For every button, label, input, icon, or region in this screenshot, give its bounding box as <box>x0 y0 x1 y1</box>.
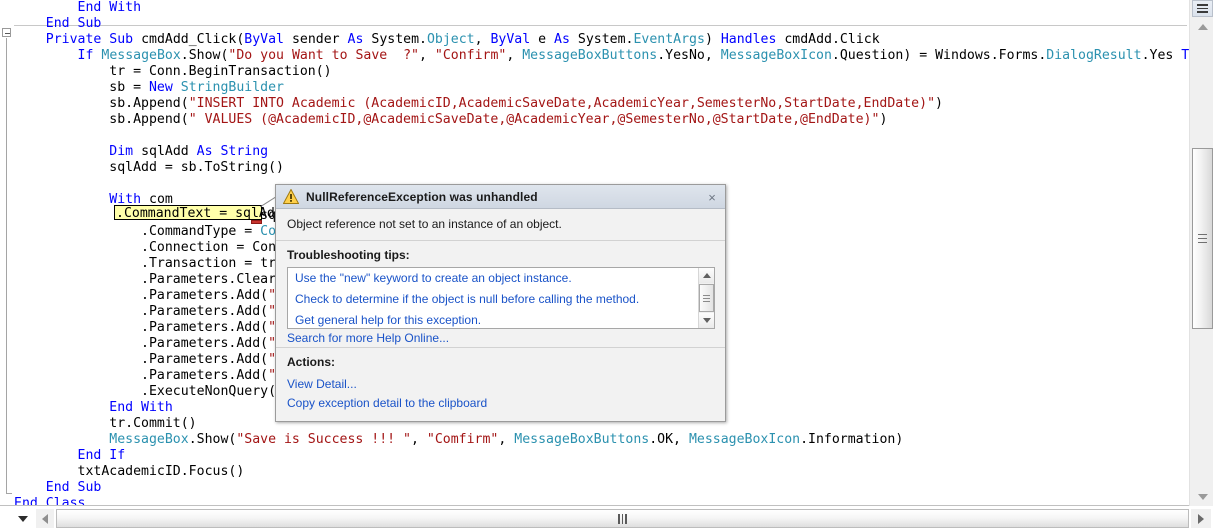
view-detail-link[interactable]: View Detail... <box>287 375 715 394</box>
dialog-actions-section: Actions: View Detail... Copy exception d… <box>276 348 725 421</box>
tip-link-3[interactable]: Get general help for this exception. <box>288 310 714 328</box>
scroll-left-icon[interactable] <box>36 509 54 528</box>
exception-message: Object reference not set to an instance … <box>276 209 725 241</box>
code-line: sb = New StringBuilder <box>109 80 284 95</box>
horizontal-scroll-thumb[interactable] <box>56 509 1189 528</box>
code-line: txtAcademicID.Focus() <box>77 464 245 479</box>
outline-region-line <box>6 38 7 494</box>
code-line: Private Sub cmdAdd_Click(ByVal sender As… <box>45 32 880 47</box>
tips-scroll-up-icon[interactable] <box>699 268 714 283</box>
horizontal-scroll-track[interactable] <box>56 509 1189 528</box>
visual-studio-window: End With End Sub Private Sub cmdAdd_Clic… <box>0 0 1213 529</box>
dialog-body: Object reference not set to an instance … <box>276 209 725 421</box>
exception-statement-text: .CommandText = sqlAdd <box>116 206 283 221</box>
editor-outlining-gutter[interactable] <box>0 0 14 506</box>
dialog-title-bar: NullReferenceException was unhandled × <box>276 185 725 209</box>
scroll-right-icon[interactable] <box>1191 509 1211 528</box>
troubleshooting-tips-heading: Troubleshooting tips: <box>287 248 410 262</box>
warning-icon <box>283 189 299 204</box>
scroll-down-icon[interactable] <box>1192 488 1213 506</box>
chevron-down-icon[interactable] <box>14 511 31 526</box>
tip-link-2[interactable]: Check to determine if the object is null… <box>288 289 714 310</box>
scroll-up-icon[interactable] <box>1192 18 1213 36</box>
code-line: sb.Append("INSERT INTO Academic (Academi… <box>109 96 943 111</box>
tip-link-1[interactable]: Use the "new" keyword to create an objec… <box>288 268 714 289</box>
code-line: MessageBox.Show("Save is Success !!! ", … <box>109 432 904 447</box>
code-line: sb.Append(" VALUES (@AcademicID,@Academi… <box>109 112 888 127</box>
tips-scroll-down-icon[interactable] <box>699 313 714 328</box>
error-smart-tag-icon[interactable] <box>251 220 262 224</box>
editor-horizontal-scrollbar[interactable] <box>0 506 1213 529</box>
exception-assistant-dialog[interactable]: NullReferenceException was unhandled × O… <box>275 184 726 422</box>
outline-collapse-box[interactable] <box>2 28 11 37</box>
code-line: sqlAdd = sb.ToString() <box>109 160 284 175</box>
code-line: Dim sqlAdd As String <box>109 144 269 159</box>
editor-splitter-handle[interactable] <box>1192 0 1213 17</box>
code-line: tr = Conn.BeginTransaction() <box>109 64 332 79</box>
code-line: End With <box>77 0 142 15</box>
close-icon[interactable]: × <box>701 187 723 207</box>
tips-vertical-scrollbar[interactable] <box>698 268 714 328</box>
code-line: If MessageBox.Show("Do you Want to Save … <box>77 48 1189 63</box>
actions-heading: Actions: <box>287 355 335 369</box>
copy-exception-detail-link[interactable]: Copy exception detail to the clipboard <box>287 394 715 413</box>
tips-scroll-thumb[interactable] <box>699 284 714 312</box>
outline-region-end <box>6 493 12 494</box>
dialog-title-text: NullReferenceException was unhandled <box>306 189 538 204</box>
editor-vertical-scrollbar[interactable] <box>1189 0 1213 506</box>
vertical-scroll-thumb[interactable] <box>1192 148 1213 329</box>
code-line: End Sub <box>45 16 102 31</box>
code-line: End Sub <box>45 480 102 495</box>
troubleshooting-tips-box[interactable]: Use the "new" keyword to create an objec… <box>287 267 715 329</box>
code-line: End If <box>77 448 126 463</box>
